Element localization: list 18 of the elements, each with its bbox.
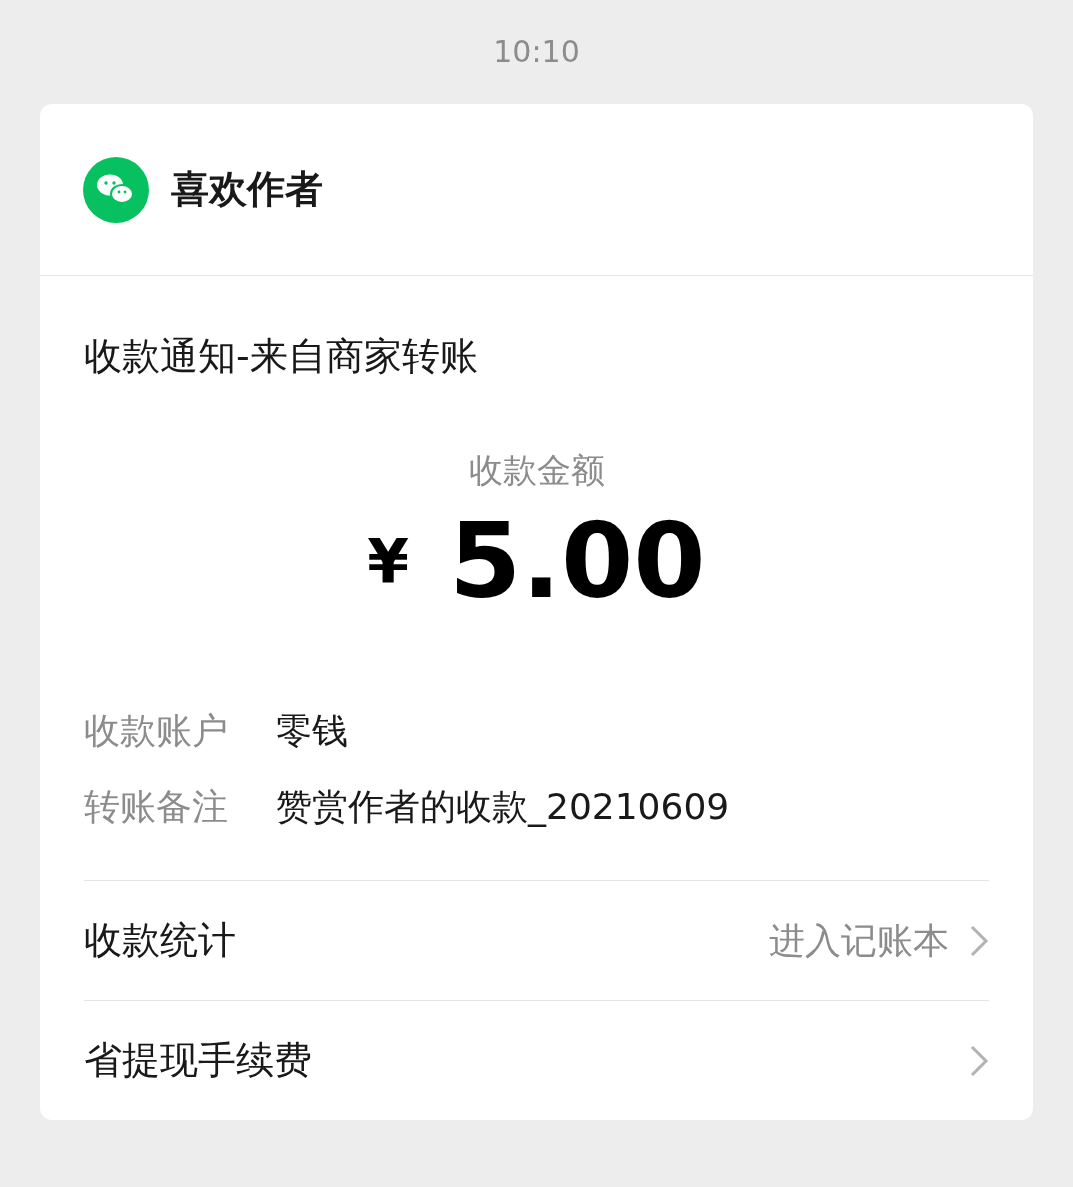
currency-symbol: ¥ <box>367 525 410 598</box>
amount: 5.00 <box>449 509 706 613</box>
chevron-right-icon <box>969 1043 989 1078</box>
link-hint: 进入记账本 <box>769 918 949 963</box>
detail-label: 转账备注 <box>84 785 229 829</box>
chat-bubbles-icon <box>83 156 149 223</box>
link-row[interactable]: 省提现手续费 <box>84 1000 989 1120</box>
chevron-right-icon <box>969 923 989 958</box>
amount-label: 收款金额 <box>468 449 605 492</box>
sender-name: 喜欢作者 <box>171 166 323 213</box>
detail-value: 零钱 <box>276 709 348 753</box>
message-time: 10:10 <box>493 33 580 71</box>
detail-value: 赞赏作者的收款_20210609 <box>276 785 730 829</box>
link-label: 省提现手续费 <box>84 1037 312 1084</box>
link-row[interactable]: 收款统计 进入记账本 <box>84 880 989 1000</box>
detail-label: 收款账户 <box>84 709 229 753</box>
notification-title: 收款通知-来自商家转账 <box>84 333 479 380</box>
link-label: 收款统计 <box>84 917 236 964</box>
